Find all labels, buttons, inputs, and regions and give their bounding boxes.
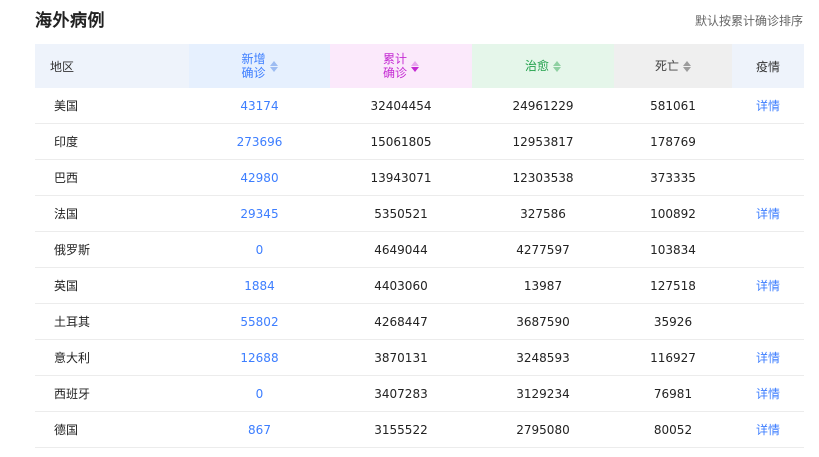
detail-link[interactable]: 详情 (756, 207, 780, 221)
region-cell: 西班牙 (35, 375, 189, 412)
cured-cell: 3129234 (472, 375, 614, 412)
deaths-cell: 127518 (614, 267, 732, 304)
region-cell: 法国 (35, 195, 189, 232)
deaths-label: 死亡 (654, 59, 679, 73)
table-row: 巴西 42980 13943071 12303538 373335 (35, 159, 804, 196)
cured-cell: 327586 (472, 195, 614, 232)
table-row: 印度 273696 15061805 12953817 178769 (35, 123, 804, 160)
new-confirmed-cell: 55802 (189, 303, 330, 340)
sort-icon[interactable] (269, 60, 278, 72)
region-cell: 意大利 (35, 339, 189, 376)
sort-icon[interactable] (411, 60, 419, 72)
detail-cell: 详情 (732, 339, 804, 376)
new-confirmed-cell: 1884 (189, 267, 330, 304)
column-header-deaths[interactable]: 死亡 (614, 44, 732, 88)
cured-label: 治愈 (524, 59, 549, 73)
region-cell: 俄罗斯 (35, 231, 189, 268)
new-confirmed-cell: 0 (189, 375, 330, 412)
total-confirmed-cell: 32404454 (330, 88, 472, 124)
deaths-cell: 178769 (614, 123, 732, 160)
total-confirmed-cell: 3155522 (330, 411, 472, 448)
page-title: 海外病例 (35, 11, 105, 31)
detail-link[interactable]: 详情 (756, 387, 780, 401)
table-header-row: 地区 新增 确诊 累计 确诊 治愈 死亡 疫情 (35, 44, 804, 88)
detail-cell: 详情 (732, 88, 804, 124)
new-confirmed-cell: 43174 (189, 88, 330, 124)
detail-link[interactable]: 详情 (756, 423, 780, 437)
column-header-new-confirmed[interactable]: 新增 确诊 (189, 44, 330, 88)
sort-note: 默认按累计确诊排序 (694, 14, 803, 28)
table-row: 美国 43174 32404454 24961229 581061 详情 (35, 88, 804, 124)
region-cell: 印度 (35, 123, 189, 160)
deaths-cell: 581061 (614, 88, 732, 124)
new-confirmed-cell: 29345 (189, 195, 330, 232)
new-confirmed-cell: 867 (189, 411, 330, 448)
total-confirmed-cell: 15061805 (330, 123, 472, 160)
detail-cell (732, 159, 804, 196)
new-confirmed-cell: 0 (189, 231, 330, 268)
total-confirmed-cell: 4403060 (330, 267, 472, 304)
detail-link[interactable]: 详情 (756, 279, 780, 293)
detail-cell: 详情 (732, 267, 804, 304)
total-confirmed-cell: 5350521 (330, 195, 472, 232)
new-confirmed-cell: 273696 (189, 123, 330, 160)
overseas-cases-table: 地区 新增 确诊 累计 确诊 治愈 死亡 疫情 美国 43174 3240445… (35, 44, 804, 448)
region-cell: 德国 (35, 411, 189, 448)
new-confirmed-cell: 42980 (189, 159, 330, 196)
total-confirmed-label: 累计 确诊 (382, 52, 407, 80)
cured-cell: 4277597 (472, 231, 614, 268)
table-row: 土耳其 55802 4268447 3687590 35926 (35, 303, 804, 340)
detail-cell (732, 123, 804, 160)
deaths-cell: 35926 (614, 303, 732, 340)
total-confirmed-cell: 3407283 (330, 375, 472, 412)
total-confirmed-cell: 3870131 (330, 339, 472, 376)
deaths-cell: 373335 (614, 159, 732, 196)
region-cell: 土耳其 (35, 303, 189, 340)
deaths-cell: 103834 (614, 231, 732, 268)
cured-cell: 12953817 (472, 123, 614, 160)
deaths-cell: 116927 (614, 339, 732, 376)
detail-cell: 详情 (732, 411, 804, 448)
sort-icon[interactable] (553, 60, 561, 72)
cured-cell: 24961229 (472, 88, 614, 124)
table-row: 德国 867 3155522 2795080 80052 详情 (35, 411, 804, 448)
column-header-region: 地区 (35, 44, 189, 88)
sort-icon[interactable] (683, 60, 691, 72)
table-row: 俄罗斯 0 4649044 4277597 103834 (35, 231, 804, 268)
detail-cell: 详情 (732, 375, 804, 412)
column-header-detail: 疫情 (732, 44, 804, 88)
total-confirmed-cell: 13943071 (330, 159, 472, 196)
table-row: 西班牙 0 3407283 3129234 76981 详情 (35, 375, 804, 412)
total-confirmed-cell: 4268447 (330, 303, 472, 340)
region-cell: 巴西 (35, 159, 189, 196)
table-row: 英国 1884 4403060 13987 127518 详情 (35, 267, 804, 304)
cured-cell: 3248593 (472, 339, 614, 376)
detail-link[interactable]: 详情 (756, 99, 780, 113)
total-confirmed-cell: 4649044 (330, 231, 472, 268)
cured-cell: 2795080 (472, 411, 614, 448)
region-cell: 美国 (35, 88, 189, 124)
detail-link[interactable]: 详情 (756, 351, 780, 365)
column-header-total-confirmed[interactable]: 累计 确诊 (330, 44, 472, 88)
deaths-cell: 76981 (614, 375, 732, 412)
table-row: 法国 29345 5350521 327586 100892 详情 (35, 195, 804, 232)
deaths-cell: 100892 (614, 195, 732, 232)
detail-cell (732, 303, 804, 340)
deaths-cell: 80052 (614, 411, 732, 448)
table-row: 意大利 12688 3870131 3248593 116927 详情 (35, 339, 804, 376)
cured-cell: 3687590 (472, 303, 614, 340)
new-confirmed-cell: 12688 (189, 339, 330, 376)
region-cell: 英国 (35, 267, 189, 304)
detail-cell: 详情 (732, 195, 804, 232)
cured-cell: 13987 (472, 267, 614, 304)
detail-cell (732, 231, 804, 268)
column-header-cured[interactable]: 治愈 (472, 44, 614, 88)
cured-cell: 12303538 (472, 159, 614, 196)
new-confirmed-label: 新增 确诊 (241, 52, 266, 80)
